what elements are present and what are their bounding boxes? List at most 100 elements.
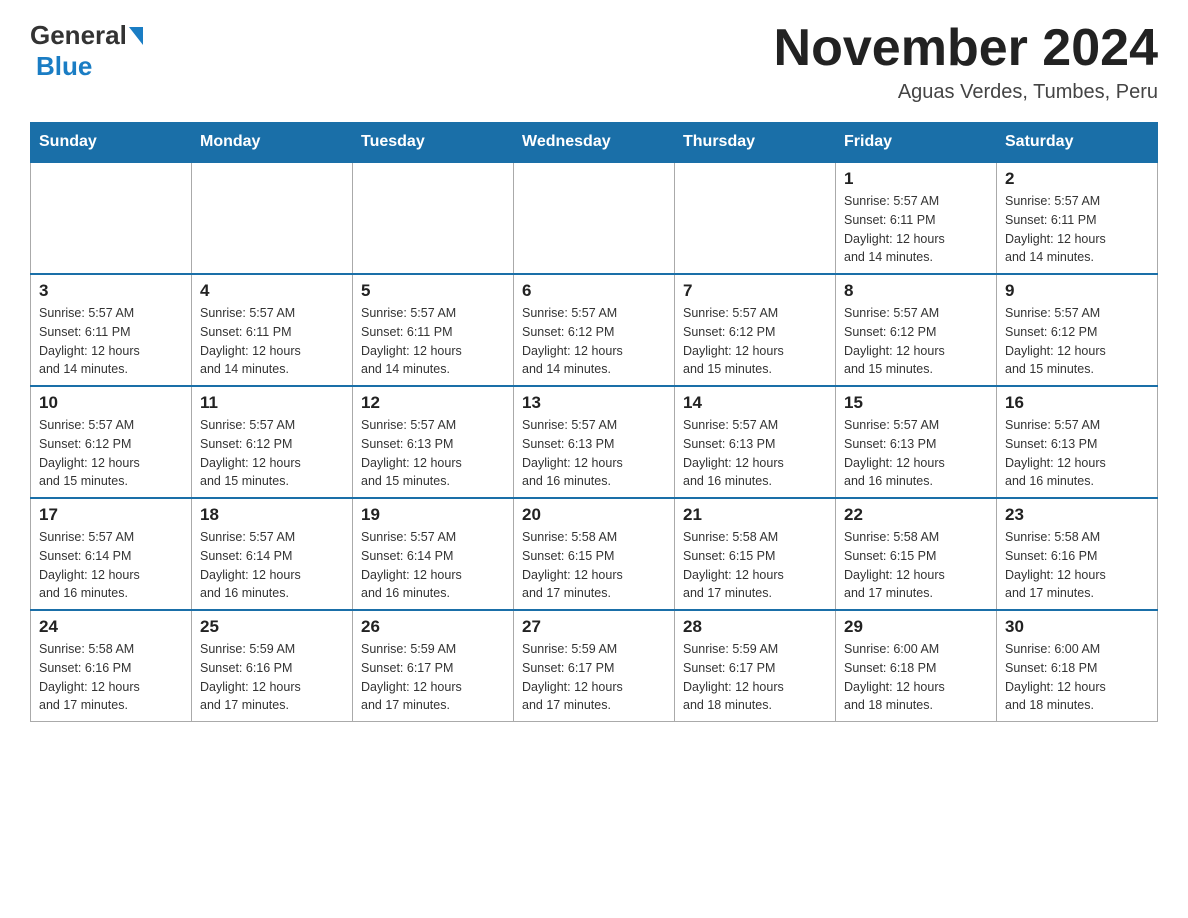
day-number: 18	[200, 505, 344, 525]
day-number: 10	[39, 393, 183, 413]
calendar-cell	[353, 162, 514, 274]
calendar-cell: 10 Sunrise: 5:57 AMSunset: 6:12 PMDayligh…	[31, 386, 192, 498]
title-block: November 2024 Aguas Verdes, Tumbes, Peru	[774, 20, 1158, 104]
calendar-cell	[192, 162, 353, 274]
calendar-cell: 1 Sunrise: 5:57 AMSunset: 6:11 PMDaylight…	[836, 162, 997, 274]
calendar-cell: 26Sunrise: 5:59 AMSunset: 6:17 PMDayligh…	[353, 610, 514, 722]
day-info: Sunrise: 5:57 AMSunset: 6:11 PMDaylight:…	[361, 304, 505, 379]
calendar-cell	[31, 162, 192, 274]
day-number: 21	[683, 505, 827, 525]
day-info: Sunrise: 5:57 AMSunset: 6:12 PMDaylight:…	[200, 416, 344, 491]
day-info: Sunrise: 5:59 AMSunset: 6:16 PMDaylight:…	[200, 640, 344, 715]
day-number: 24	[39, 617, 183, 637]
day-info: Sunrise: 5:57 AMSunset: 6:13 PMDaylight:…	[683, 416, 827, 491]
calendar-cell	[514, 162, 675, 274]
day-number: 17	[39, 505, 183, 525]
day-number: 26	[361, 617, 505, 637]
month-title: November 2024	[774, 20, 1158, 77]
calendar-cell: 14 Sunrise: 5:57 AMSunset: 6:13 PMDayligh…	[675, 386, 836, 498]
calendar-table: SundayMondayTuesdayWednesdayThursdayFrid…	[30, 122, 1158, 722]
day-number: 22	[844, 505, 988, 525]
day-number: 4	[200, 281, 344, 301]
calendar-cell: 4 Sunrise: 5:57 AMSunset: 6:11 PMDaylight…	[192, 274, 353, 386]
logo-blue-text: Blue	[36, 51, 92, 81]
calendar-cell: 22 Sunrise: 5:58 AMSunset: 6:15 PMDayligh…	[836, 498, 997, 610]
calendar-cell: 2 Sunrise: 5:57 AMSunset: 6:11 PMDaylight…	[997, 162, 1158, 274]
logo-triangle-icon	[129, 27, 143, 45]
day-number: 16	[1005, 393, 1149, 413]
day-info: Sunrise: 5:57 AMSunset: 6:12 PMDaylight:…	[683, 304, 827, 379]
day-number: 19	[361, 505, 505, 525]
calendar-cell: 9Sunrise: 5:57 AMSunset: 6:12 PMDaylight…	[997, 274, 1158, 386]
calendar-cell: 17 Sunrise: 5:57 AMSunset: 6:14 PMDayligh…	[31, 498, 192, 610]
week-row-3: 10 Sunrise: 5:57 AMSunset: 6:12 PMDayligh…	[31, 386, 1158, 498]
day-info: Sunrise: 5:57 AMSunset: 6:11 PMDaylight:…	[39, 304, 183, 379]
day-number: 29	[844, 617, 988, 637]
weekday-header-tuesday: Tuesday	[353, 123, 514, 163]
day-info: Sunrise: 5:57 AMSunset: 6:12 PMDaylight:…	[39, 416, 183, 491]
day-info: Sunrise: 5:57 AMSunset: 6:12 PMDaylight:…	[844, 304, 988, 379]
calendar-cell: 12Sunrise: 5:57 AMSunset: 6:13 PMDayligh…	[353, 386, 514, 498]
weekday-header-wednesday: Wednesday	[514, 123, 675, 163]
day-info: Sunrise: 5:58 AMSunset: 6:16 PMDaylight:…	[1005, 528, 1149, 603]
day-number: 20	[522, 505, 666, 525]
week-row-4: 17 Sunrise: 5:57 AMSunset: 6:14 PMDayligh…	[31, 498, 1158, 610]
weekday-header-sunday: Sunday	[31, 123, 192, 163]
logo: General Blue	[30, 20, 143, 82]
day-number: 27	[522, 617, 666, 637]
calendar-cell	[675, 162, 836, 274]
day-number: 13	[522, 393, 666, 413]
calendar-cell: 24Sunrise: 5:58 AMSunset: 6:16 PMDayligh…	[31, 610, 192, 722]
calendar-cell: 19 Sunrise: 5:57 AMSunset: 6:14 PMDayligh…	[353, 498, 514, 610]
page-header: General Blue November 2024 Aguas Verdes,…	[30, 20, 1158, 104]
calendar-cell: 28Sunrise: 5:59 AMSunset: 6:17 PMDayligh…	[675, 610, 836, 722]
calendar-cell: 29 Sunrise: 6:00 AMSunset: 6:18 PMDayligh…	[836, 610, 997, 722]
day-number: 23	[1005, 505, 1149, 525]
day-number: 6	[522, 281, 666, 301]
day-number: 14	[683, 393, 827, 413]
calendar-cell: 21 Sunrise: 5:58 AMSunset: 6:15 PMDayligh…	[675, 498, 836, 610]
day-number: 28	[683, 617, 827, 637]
day-info: Sunrise: 6:00 AMSunset: 6:18 PMDaylight:…	[844, 640, 988, 715]
day-number: 1	[844, 169, 988, 189]
day-info: Sunrise: 5:57 AMSunset: 6:14 PMDaylight:…	[200, 528, 344, 603]
calendar-cell: 6 Sunrise: 5:57 AMSunset: 6:12 PMDaylight…	[514, 274, 675, 386]
day-info: Sunrise: 5:57 AMSunset: 6:14 PMDaylight:…	[39, 528, 183, 603]
day-info: Sunrise: 5:57 AMSunset: 6:11 PMDaylight:…	[1005, 192, 1149, 267]
calendar-cell: 25Sunrise: 5:59 AMSunset: 6:16 PMDayligh…	[192, 610, 353, 722]
weekday-header-thursday: Thursday	[675, 123, 836, 163]
calendar-cell: 30Sunrise: 6:00 AMSunset: 6:18 PMDayligh…	[997, 610, 1158, 722]
day-info: Sunrise: 5:57 AMSunset: 6:13 PMDaylight:…	[844, 416, 988, 491]
week-row-1: 1 Sunrise: 5:57 AMSunset: 6:11 PMDaylight…	[31, 162, 1158, 274]
calendar-cell: 3 Sunrise: 5:57 AMSunset: 6:11 PMDaylight…	[31, 274, 192, 386]
calendar-cell: 5 Sunrise: 5:57 AMSunset: 6:11 PMDaylight…	[353, 274, 514, 386]
day-info: Sunrise: 5:58 AMSunset: 6:15 PMDaylight:…	[844, 528, 988, 603]
calendar-cell: 11Sunrise: 5:57 AMSunset: 6:12 PMDayligh…	[192, 386, 353, 498]
day-info: Sunrise: 6:00 AMSunset: 6:18 PMDaylight:…	[1005, 640, 1149, 715]
day-info: Sunrise: 5:57 AMSunset: 6:11 PMDaylight:…	[200, 304, 344, 379]
weekday-header-monday: Monday	[192, 123, 353, 163]
calendar-cell: 16 Sunrise: 5:57 AMSunset: 6:13 PMDayligh…	[997, 386, 1158, 498]
day-number: 3	[39, 281, 183, 301]
day-number: 9	[1005, 281, 1149, 301]
day-info: Sunrise: 5:59 AMSunset: 6:17 PMDaylight:…	[522, 640, 666, 715]
calendar-cell: 15 Sunrise: 5:57 AMSunset: 6:13 PMDayligh…	[836, 386, 997, 498]
day-info: Sunrise: 5:57 AMSunset: 6:14 PMDaylight:…	[361, 528, 505, 603]
day-info: Sunrise: 5:57 AMSunset: 6:12 PMDaylight:…	[522, 304, 666, 379]
day-info: Sunrise: 5:57 AMSunset: 6:13 PMDaylight:…	[361, 416, 505, 491]
week-row-2: 3 Sunrise: 5:57 AMSunset: 6:11 PMDaylight…	[31, 274, 1158, 386]
day-number: 15	[844, 393, 988, 413]
day-number: 2	[1005, 169, 1149, 189]
calendar-cell: 27 Sunrise: 5:59 AMSunset: 6:17 PMDayligh…	[514, 610, 675, 722]
calendar-cell: 23 Sunrise: 5:58 AMSunset: 6:16 PMDayligh…	[997, 498, 1158, 610]
week-row-5: 24Sunrise: 5:58 AMSunset: 6:16 PMDayligh…	[31, 610, 1158, 722]
weekday-header-saturday: Saturday	[997, 123, 1158, 163]
day-info: Sunrise: 5:57 AMSunset: 6:11 PMDaylight:…	[844, 192, 988, 267]
day-info: Sunrise: 5:57 AMSunset: 6:13 PMDaylight:…	[522, 416, 666, 491]
calendar-cell: 7Sunrise: 5:57 AMSunset: 6:12 PMDaylight…	[675, 274, 836, 386]
day-number: 8	[844, 281, 988, 301]
calendar-cell: 8 Sunrise: 5:57 AMSunset: 6:12 PMDaylight…	[836, 274, 997, 386]
day-number: 5	[361, 281, 505, 301]
day-info: Sunrise: 5:58 AMSunset: 6:15 PMDaylight:…	[683, 528, 827, 603]
day-info: Sunrise: 5:57 AMSunset: 6:13 PMDaylight:…	[1005, 416, 1149, 491]
